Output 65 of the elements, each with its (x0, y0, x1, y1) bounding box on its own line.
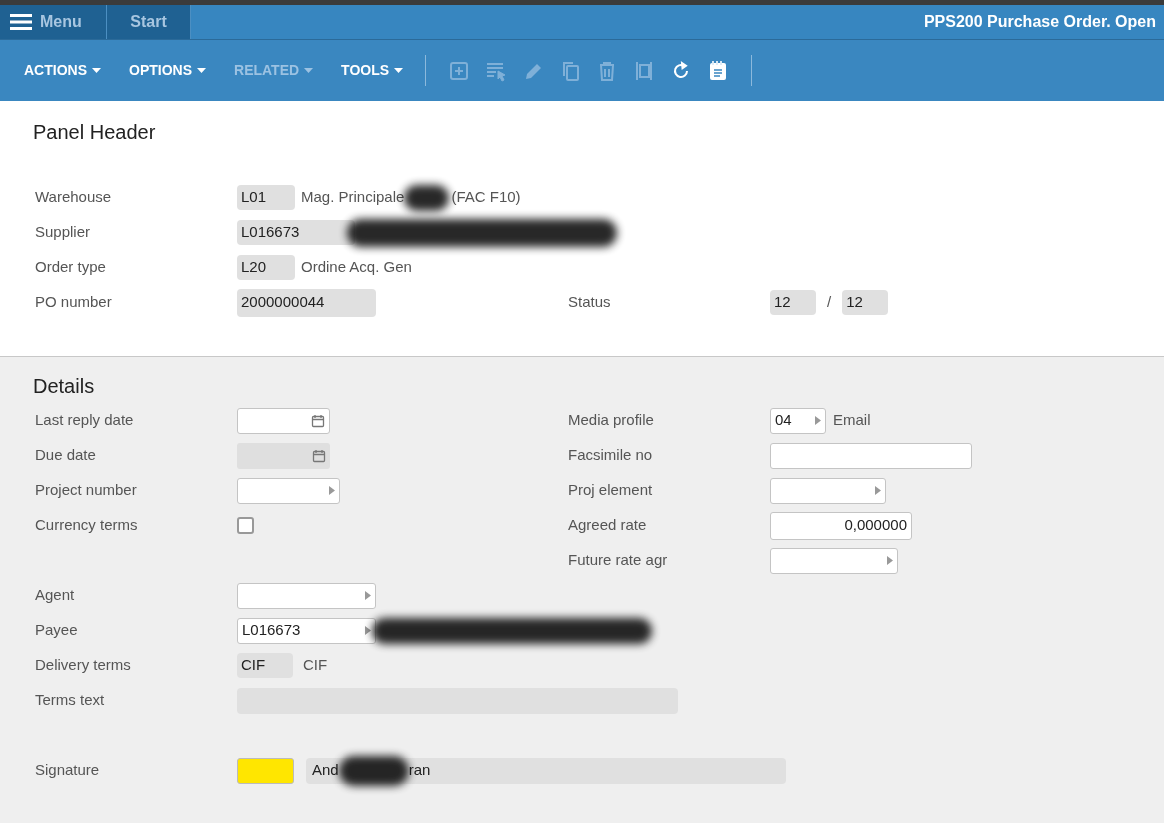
field-label: Warehouse (35, 187, 113, 208)
field-label: Proj element (568, 480, 654, 501)
field-label: Last reply date (35, 410, 135, 431)
field-label: Order type (35, 257, 107, 278)
lookup-field[interactable]: L016673 (237, 617, 376, 644)
field-label: Supplier (35, 222, 92, 243)
field-label: Due date (35, 445, 97, 466)
redaction-scribble (404, 184, 450, 211)
description-text: Ordine Acq. Gen (301, 257, 412, 278)
description-text: Mag. Principale (301, 187, 405, 208)
tab[interactable]: Start (107, 5, 191, 39)
field-label: Currency terms (35, 515, 139, 536)
section-title: Panel Header (33, 120, 156, 145)
menu-dropdown[interactable]: TOOLS (341, 60, 404, 81)
field-label: Delivery terms (35, 655, 132, 676)
name-text: ran (408, 760, 431, 781)
input-field[interactable] (770, 442, 972, 469)
lookup-field[interactable]: 04 (770, 407, 826, 434)
readonly-field: CIF (237, 653, 293, 678)
caret-down-icon (394, 68, 404, 73)
field-label: Status (568, 292, 612, 313)
readonly-field: 12 (842, 290, 889, 315)
caret-down-icon (197, 68, 206, 73)
caret-right-icon[interactable] (887, 556, 893, 565)
redaction-scribble (338, 755, 409, 786)
menu-dropdown[interactable]: ACTIONS (24, 60, 101, 81)
caret-right-icon[interactable] (815, 416, 821, 425)
readonly-field: 12 (770, 290, 816, 315)
section-title: Details (33, 374, 95, 399)
description-text: (FAC F10) (451, 187, 521, 208)
field-label: Future rate agr (568, 550, 669, 571)
name-text: And (312, 760, 339, 781)
lookup-field[interactable] (237, 582, 376, 609)
caret-down-icon (304, 68, 314, 73)
caret-down-icon (92, 68, 101, 73)
input-field[interactable]: 0,000000 (770, 511, 912, 540)
caret-right-icon[interactable] (365, 591, 371, 600)
calendar-icon[interactable] (311, 413, 325, 428)
window-title: PPS200 Purchase Order. Open (923, 12, 1157, 32)
field-label: Project number (35, 480, 138, 501)
readonly-field: L01 (237, 185, 295, 210)
lookup-field[interactable] (237, 477, 340, 504)
field-label: Agent (35, 585, 76, 606)
readonly-field: L20 (237, 255, 295, 280)
field-label: Payee (35, 620, 79, 641)
field-label: Terms text (35, 690, 106, 711)
lookup-field[interactable] (770, 477, 886, 504)
field-label: Media profile (568, 410, 655, 431)
description-text: Email (833, 410, 871, 431)
caret-right-icon[interactable] (329, 486, 335, 495)
separator-text: / (827, 292, 832, 313)
highlighted-field[interactable] (237, 757, 294, 784)
field-label: Facsimile no (568, 445, 654, 466)
field-label: Signature (35, 760, 101, 781)
menu-icon (10, 14, 32, 30)
readonly-field: 2000000044 (237, 288, 376, 317)
date-field[interactable] (237, 407, 330, 434)
caret-right-icon[interactable] (875, 486, 881, 495)
lookup-field[interactable] (770, 547, 898, 574)
menu-button[interactable]: Menu (0, 5, 107, 39)
description-text: CIF (303, 655, 328, 676)
checkbox[interactable] (237, 517, 254, 534)
menu-dropdown[interactable]: OPTIONS (129, 60, 206, 81)
field-label: PO number (35, 292, 113, 313)
field-label: Agreed rate (568, 515, 648, 536)
